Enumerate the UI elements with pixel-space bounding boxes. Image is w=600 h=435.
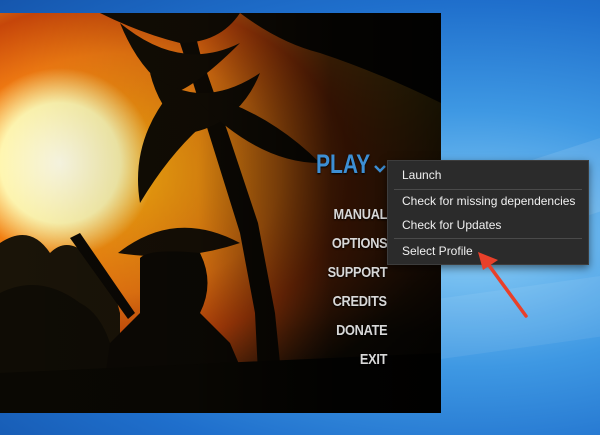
red-arrow-icon xyxy=(478,252,528,318)
support-button[interactable]: SUPPORT xyxy=(327,264,387,281)
game-launcher-window: PLAY MANUAL OPTIONS SUPPORT CREDITS DONA… xyxy=(0,13,441,413)
menu-item-check-updates[interactable]: Check for Updates xyxy=(388,213,588,237)
menu-item-launch[interactable]: Launch xyxy=(388,163,588,187)
play-button[interactable]: PLAY xyxy=(316,149,370,180)
menu-item-check-dependencies[interactable]: Check for missing dependencies xyxy=(388,189,588,213)
chevron-down-icon[interactable] xyxy=(373,163,387,175)
manual-button[interactable]: MANUAL xyxy=(333,206,387,223)
credits-button[interactable]: CREDITS xyxy=(333,293,387,310)
options-button[interactable]: OPTIONS xyxy=(331,235,387,252)
exit-button[interactable]: EXIT xyxy=(360,351,388,368)
donate-button[interactable]: DONATE xyxy=(336,322,388,339)
main-menu: PLAY MANUAL OPTIONS SUPPORT CREDITS DONA… xyxy=(0,13,441,413)
